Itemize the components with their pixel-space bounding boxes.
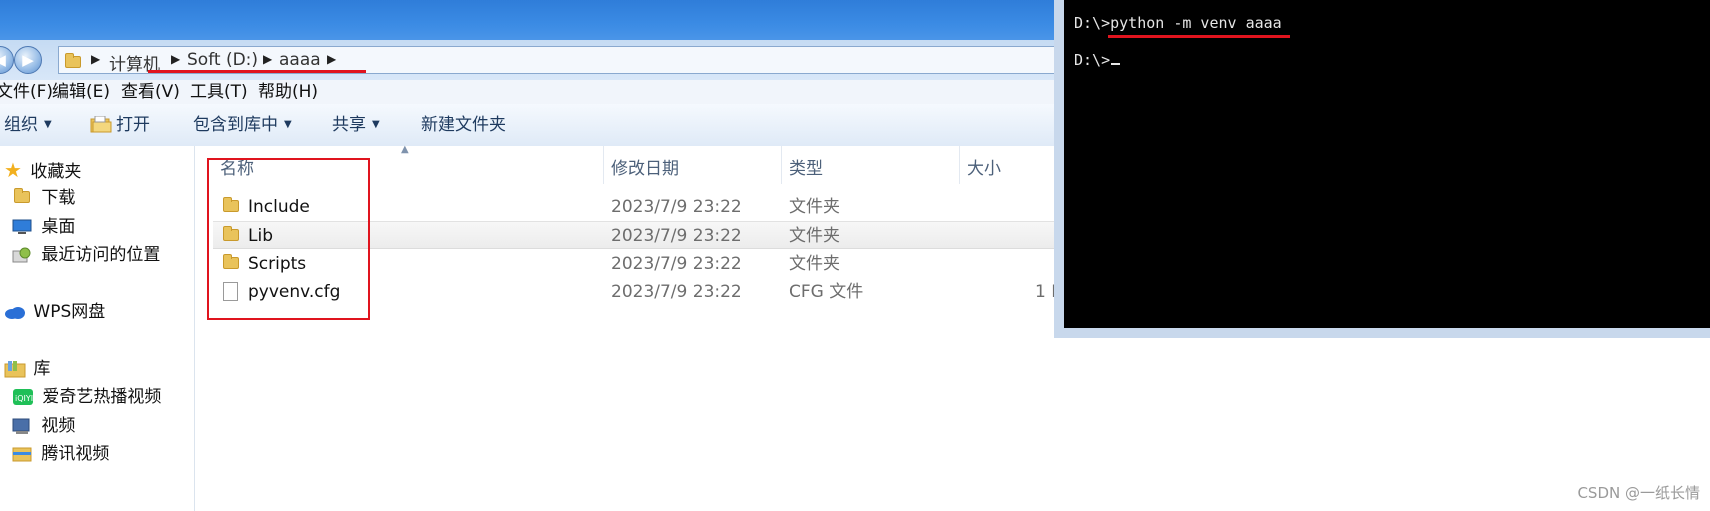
share-button[interactable]: 共享 ▼	[332, 104, 380, 146]
open-folder-icon	[90, 115, 112, 133]
nav-tencent-label: 腾讯视频	[41, 444, 110, 464]
open-button[interactable]: 打开	[90, 104, 150, 146]
console-prompt-line: D:\>	[1074, 51, 1121, 69]
include-library-button[interactable]: 包含到库中 ▼	[193, 104, 292, 146]
downloads-folder-icon	[14, 188, 30, 203]
column-header-size[interactable]: 大小	[967, 154, 1001, 179]
menu-edit[interactable]: 编辑(E)	[52, 80, 110, 104]
share-label: 共享	[332, 115, 366, 135]
explorer-window: ◀ ▶ ▶ 计算机 ▶ Soft (D:) ▶ aaaa ▶ 文件(F) 编辑(…	[0, 0, 1150, 511]
chevron-down-icon: ▼	[372, 119, 380, 130]
video-icon	[12, 418, 30, 434]
sort-up-icon: ▲	[401, 144, 409, 155]
menu-file[interactable]: 文件(F)	[0, 80, 53, 104]
recent-places-icon	[12, 247, 31, 263]
nav-iqiyi-label: 爱奇艺热播视频	[42, 387, 162, 407]
file-type: 文件夹	[789, 226, 840, 246]
nav-desktop-label: 桌面	[41, 217, 76, 237]
breadcrumb-arrow-icon[interactable]: ▶	[171, 52, 180, 66]
folder-icon	[65, 53, 81, 68]
nav-library-label: 库	[33, 359, 51, 379]
nav-recent-label: 最近访问的位置	[41, 245, 161, 265]
column-divider[interactable]	[781, 146, 782, 184]
chevron-down-icon: ▼	[284, 119, 292, 130]
nav-favorites-label: 收藏夹	[30, 162, 82, 182]
organize-label: 组织	[4, 115, 38, 135]
nav-wps-label: WPS网盘	[33, 302, 106, 322]
nav-video-label: 视频	[41, 416, 76, 436]
tencent-video-icon	[12, 447, 32, 462]
menu-bar: 文件(F) 编辑(E) 查看(V) 工具(T) 帮助(H)	[0, 80, 1150, 105]
file-type: CFG 文件	[789, 282, 864, 302]
column-divider[interactable]	[603, 146, 604, 184]
file-type: 文件夹	[789, 254, 840, 274]
new-folder-button[interactable]: 新建文件夹	[421, 104, 506, 146]
menu-view[interactable]: 查看(V)	[121, 80, 180, 104]
command-bar: 组织 ▼ 打开 包含到库中 ▼ 共享 ▼ 新建文件夹	[0, 104, 1150, 147]
breadcrumb-arrow-icon[interactable]: ▶	[91, 52, 100, 66]
annotation-underline	[1108, 35, 1290, 38]
column-header-type[interactable]: 类型	[789, 154, 823, 179]
console-command-line: D:\>python -m venv aaaa	[1074, 14, 1282, 32]
breadcrumb-folder[interactable]: aaaa	[279, 50, 321, 70]
text-cursor	[1111, 63, 1121, 65]
nav-downloads-label: 下载	[41, 188, 76, 208]
console-prompt: D:\>	[1074, 51, 1111, 69]
nav-recent[interactable]: 最近访问的位置	[12, 241, 160, 269]
annotation-box	[207, 158, 370, 320]
file-type: 文件夹	[789, 197, 840, 217]
file-date: 2023/7/9 23:22	[611, 197, 742, 217]
address-bar-row: ◀ ▶ ▶ 计算机 ▶ Soft (D:) ▶ aaaa ▶	[0, 40, 1150, 80]
file-date: 2023/7/9 23:22	[611, 282, 742, 302]
menu-help[interactable]: 帮助(H)	[258, 80, 318, 104]
iqiyi-icon: iQIYI	[13, 389, 33, 405]
column-divider[interactable]	[959, 146, 960, 184]
annotation-underline	[148, 70, 366, 73]
nav-library[interactable]: 库	[4, 355, 50, 383]
include-library-label: 包含到库中	[193, 115, 278, 135]
breadcrumb-arrow-icon[interactable]: ▶	[327, 52, 336, 66]
library-icon	[4, 361, 26, 378]
open-label: 打开	[116, 115, 150, 135]
file-date: 2023/7/9 23:22	[611, 254, 742, 274]
watermark: CSDN @一纸长情	[1577, 484, 1700, 502]
chevron-down-icon: ▼	[44, 119, 52, 130]
cloud-icon	[5, 307, 25, 319]
organize-button[interactable]: 组织 ▼	[4, 104, 52, 146]
nav-favorites[interactable]: ★ 收藏夹	[4, 156, 81, 184]
navigation-pane: ★ 收藏夹 下载 桌面 最近访问的位置 WPS网盘 库 iQIYI 爱奇艺热播视…	[0, 146, 195, 511]
breadcrumb-arrow-icon[interactable]: ▶	[263, 52, 272, 66]
nav-wps-cloud[interactable]: WPS网盘	[4, 298, 105, 326]
svg-text:iQIYI: iQIYI	[15, 394, 33, 403]
forward-button[interactable]: ▶	[14, 46, 42, 74]
file-date: 2023/7/9 23:22	[611, 226, 742, 246]
column-header-date[interactable]: 修改日期	[611, 154, 679, 179]
breadcrumb-drive[interactable]: Soft (D:)	[187, 50, 258, 70]
command-prompt-window[interactable]: D:\>python -m venv aaaa D:\>	[1054, 0, 1710, 338]
window-titlebar[interactable]	[0, 0, 1150, 40]
nav-downloads[interactable]: 下载	[14, 184, 75, 212]
back-button[interactable]: ◀	[0, 46, 14, 74]
nav-tencent-video[interactable]: 腾讯视频	[12, 440, 109, 468]
nav-desktop[interactable]: 桌面	[12, 213, 75, 241]
menu-tools[interactable]: 工具(T)	[190, 80, 248, 104]
star-icon: ★	[4, 158, 22, 182]
nav-video[interactable]: 视频	[12, 412, 75, 440]
nav-iqiyi[interactable]: iQIYI 爱奇艺热播视频	[12, 383, 161, 411]
desktop-icon	[12, 219, 32, 234]
